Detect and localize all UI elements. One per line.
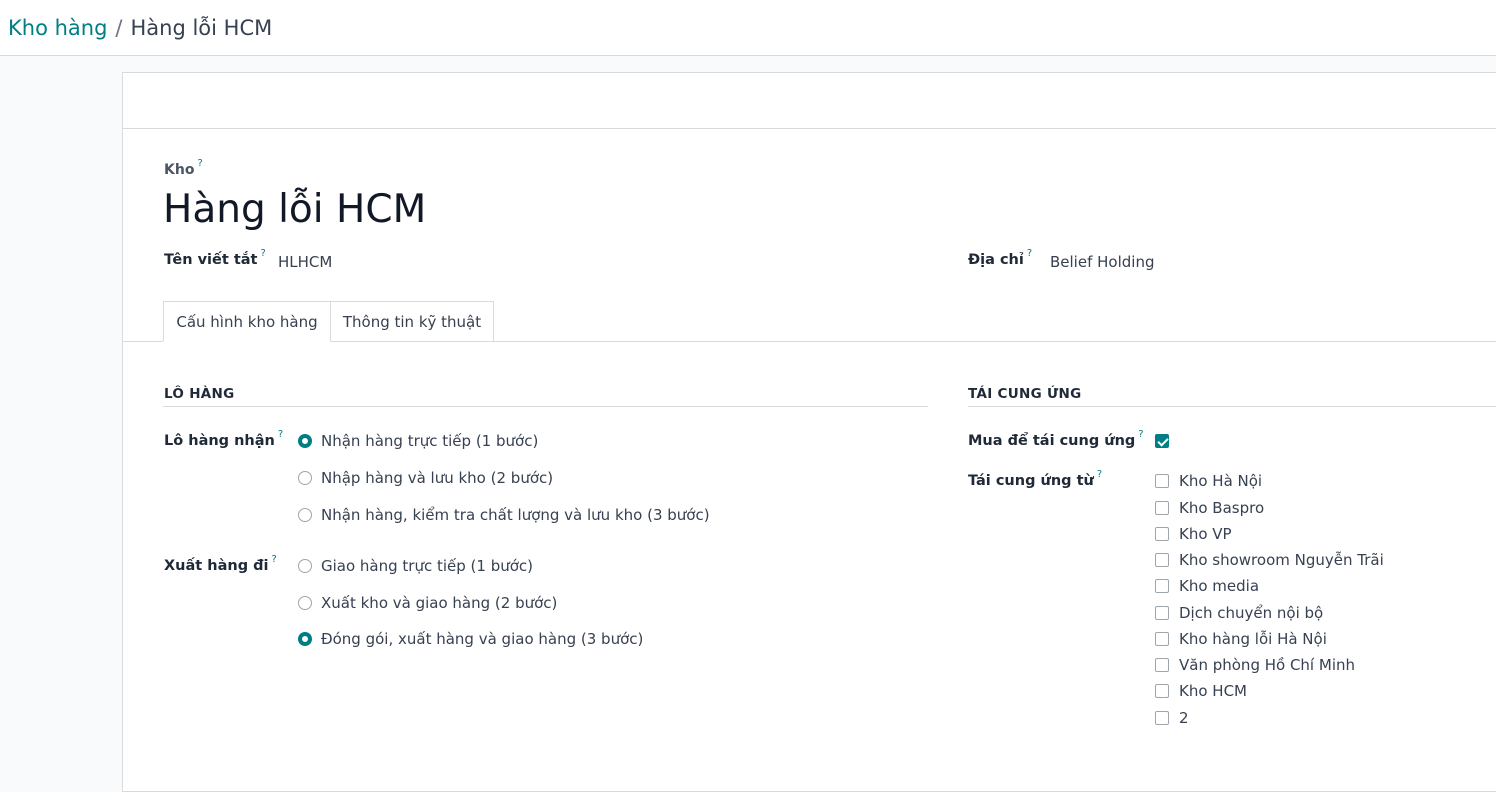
short-name-field[interactable]: HLHCM <box>278 253 332 271</box>
resupply-warehouse-label[interactable]: Kho HCM <box>1179 682 1247 700</box>
resupply-warehouse-checkbox[interactable] <box>1155 684 1169 698</box>
address-label: Địa chỉ? <box>968 248 1032 268</box>
shipments-section-title: LÔ HÀNG <box>164 386 235 402</box>
help-icon[interactable]: ? <box>271 554 276 565</box>
top-bar: Kho hàng / Hàng lỗi HCM <box>0 0 1496 56</box>
resupply-warehouse-checkbox[interactable] <box>1155 501 1169 515</box>
resupply-warehouse-label[interactable]: Kho media <box>1179 577 1259 595</box>
resupply-warehouse-checkbox[interactable] <box>1155 553 1169 567</box>
breadcrumb-parent-link[interactable]: Kho hàng <box>8 16 107 40</box>
buy-to-resupply-label: Mua để tái cung ứng? <box>968 429 1144 449</box>
incoming-option-2-radio[interactable] <box>298 471 312 485</box>
resupply-warehouse-checkbox[interactable] <box>1155 579 1169 593</box>
help-icon[interactable]: ? <box>1097 469 1102 480</box>
help-icon[interactable]: ? <box>278 429 283 440</box>
resupply-warehouse-label[interactable]: Kho Baspro <box>1179 499 1264 517</box>
buy-to-resupply-label-text: Mua để tái cung ứng <box>968 433 1136 449</box>
model-label-text: Kho <box>164 162 195 178</box>
breadcrumb-separator: / <box>115 16 123 40</box>
resupply-warehouse-checkbox[interactable] <box>1155 474 1169 488</box>
incoming-option-2-label[interactable]: Nhập hàng và lưu kho (2 bước) <box>321 469 553 487</box>
breadcrumb-current: Hàng lỗi HCM <box>130 16 273 40</box>
resupply-from-label: Tái cung ứng từ? <box>968 469 1102 489</box>
resupply-warehouse-label[interactable]: Kho VP <box>1179 525 1232 543</box>
resupply-warehouse-label[interactable]: 2 <box>1179 709 1189 727</box>
outgoing-option-1-label[interactable]: Giao hàng trực tiếp (1 bước) <box>321 557 533 575</box>
resupply-section-title: TÁI CUNG ỨNG <box>968 386 1082 402</box>
tab-warehouse-config[interactable]: Cấu hình kho hàng <box>163 301 331 342</box>
resupply-warehouse-checkbox[interactable] <box>1155 711 1169 725</box>
short-name-label: Tên viết tắt? <box>164 248 266 268</box>
outgoing-shipments-label: Xuất hàng đi? <box>164 554 277 574</box>
resupply-warehouse-label[interactable]: Dịch chuyển nội bộ <box>1179 604 1323 622</box>
shipments-divider <box>163 406 928 407</box>
incoming-option-3-label[interactable]: Nhận hàng, kiểm tra chất lượng và lưu kh… <box>321 506 710 524</box>
outgoing-option-3-label[interactable]: Đóng gói, xuất hàng và giao hàng (3 bước… <box>321 630 643 648</box>
resupply-warehouse-checkbox[interactable] <box>1155 658 1169 672</box>
resupply-warehouse-checkbox[interactable] <box>1155 527 1169 541</box>
resupply-warehouse-checkbox[interactable] <box>1155 632 1169 646</box>
model-label: Kho? <box>164 158 203 178</box>
help-icon[interactable]: ? <box>1027 248 1032 259</box>
outgoing-option-3-radio[interactable] <box>298 632 312 646</box>
resupply-from-label-text: Tái cung ứng từ <box>968 473 1094 489</box>
help-icon[interactable]: ? <box>197 158 202 169</box>
outgoing-option-1-radio[interactable] <box>298 559 312 573</box>
resupply-warehouse-checkbox[interactable] <box>1155 606 1169 620</box>
address-field[interactable]: Belief Holding <box>1050 253 1154 271</box>
form-sheet: Kho? Hàng lỗi HCM Tên viết tắt? HLHCM Đị… <box>122 72 1496 792</box>
help-icon[interactable]: ? <box>260 248 265 259</box>
resupply-divider <box>968 406 1496 407</box>
buy-to-resupply-checkbox[interactable] <box>1155 434 1169 448</box>
record-title[interactable]: Hàng lỗi HCM <box>163 185 426 235</box>
tab-technical-info[interactable]: Thông tin kỹ thuật <box>330 301 494 342</box>
form-statusbar <box>123 73 1496 129</box>
outgoing-option-2-radio[interactable] <box>298 596 312 610</box>
resupply-warehouse-label[interactable]: Kho Hà Nội <box>1179 472 1262 490</box>
incoming-option-3-radio[interactable] <box>298 508 312 522</box>
address-label-text: Địa chỉ <box>968 252 1024 268</box>
incoming-shipments-label: Lô hàng nhận? <box>164 429 283 449</box>
short-name-label-text: Tên viết tắt <box>164 252 258 268</box>
incoming-label-text: Lô hàng nhận <box>164 433 275 449</box>
breadcrumb: Kho hàng / Hàng lỗi HCM <box>8 14 272 42</box>
outgoing-option-2-label[interactable]: Xuất kho và giao hàng (2 bước) <box>321 594 557 612</box>
help-icon[interactable]: ? <box>1138 429 1143 440</box>
incoming-option-1-radio[interactable] <box>298 434 312 448</box>
resupply-warehouse-label[interactable]: Kho hàng lỗi Hà Nội <box>1179 630 1327 648</box>
outgoing-label-text: Xuất hàng đi <box>164 558 269 574</box>
incoming-option-1-label[interactable]: Nhận hàng trực tiếp (1 bước) <box>321 432 538 450</box>
resupply-warehouse-label[interactable]: Kho showroom Nguyễn Trãi <box>1179 551 1384 569</box>
resupply-warehouse-label[interactable]: Văn phòng Hồ Chí Minh <box>1179 656 1355 674</box>
